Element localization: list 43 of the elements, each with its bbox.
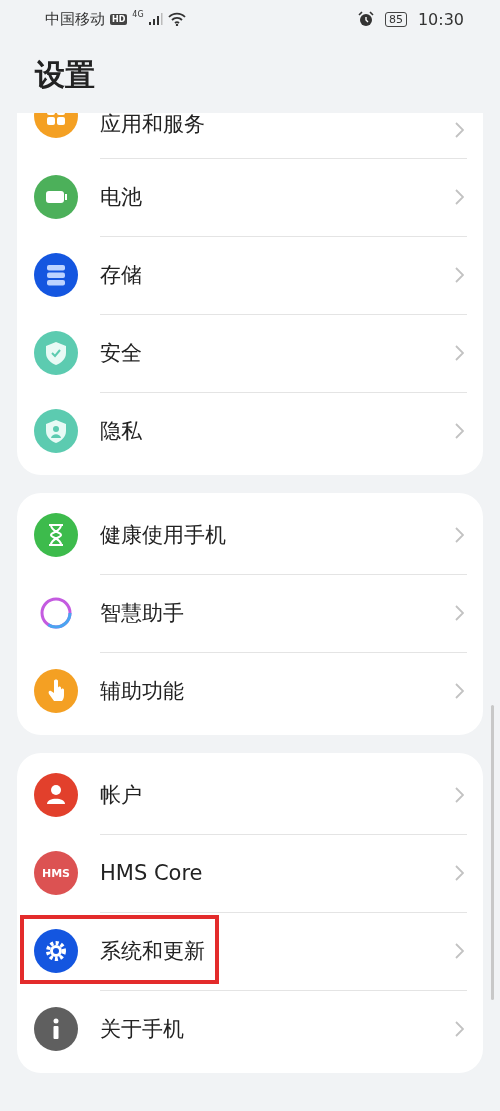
clock: 10:30 bbox=[417, 9, 464, 29]
menu-item[interactable]: 关于手机 bbox=[100, 1015, 455, 1043]
chevron-icon bbox=[455, 423, 464, 439]
menu-item[interactable]: 应用和服务 bbox=[100, 113, 455, 138]
chevron-icon bbox=[455, 527, 464, 543]
alarm-icon bbox=[357, 11, 374, 27]
info-icon bbox=[34, 1007, 78, 1051]
menu-item[interactable]: 电池 bbox=[100, 183, 455, 211]
menu-item[interactable]: 隐私 bbox=[100, 417, 455, 445]
shield-icon bbox=[34, 331, 78, 375]
wifi-icon bbox=[167, 12, 186, 26]
battery-icon bbox=[34, 175, 78, 219]
menu-item[interactable]: 辅助功能 bbox=[100, 677, 455, 705]
chevron-icon bbox=[455, 1021, 464, 1037]
menu-item[interactable]: 存储 bbox=[100, 261, 455, 289]
chevron-icon bbox=[455, 787, 464, 803]
chevron-icon bbox=[455, 683, 464, 699]
account-icon bbox=[34, 773, 78, 817]
privacy-icon bbox=[34, 409, 78, 453]
carrier-name: 中国移动 bbox=[45, 9, 105, 29]
chevron-icon bbox=[455, 267, 464, 283]
chevron-icon bbox=[455, 122, 464, 138]
hms-icon: HMS bbox=[34, 851, 78, 895]
signal-icon bbox=[148, 13, 163, 25]
hourglass-icon bbox=[34, 513, 78, 557]
menu-item[interactable]: 帐户 bbox=[100, 781, 455, 809]
hd-badge: HD bbox=[110, 13, 128, 25]
storage-icon bbox=[34, 253, 78, 297]
menu-item[interactable]: 系统和更新 bbox=[100, 937, 455, 965]
chevron-icon bbox=[455, 345, 464, 361]
chevron-icon bbox=[455, 189, 464, 205]
chevron-icon bbox=[455, 943, 464, 959]
menu-item[interactable]: 智慧助手 bbox=[100, 599, 455, 627]
menu-item[interactable]: 健康使用手机 bbox=[100, 521, 455, 549]
hand-icon bbox=[34, 669, 78, 713]
menu-item[interactable]: 安全 bbox=[100, 339, 455, 367]
chevron-icon bbox=[455, 865, 464, 881]
menu-item[interactable]: HMS Core bbox=[100, 861, 455, 885]
battery-level: 85 bbox=[384, 11, 407, 27]
network-type: 4G bbox=[132, 10, 144, 19]
gear-icon bbox=[34, 929, 78, 973]
page-title: 设置 bbox=[33, 56, 96, 94]
chevron-icon bbox=[455, 605, 464, 621]
